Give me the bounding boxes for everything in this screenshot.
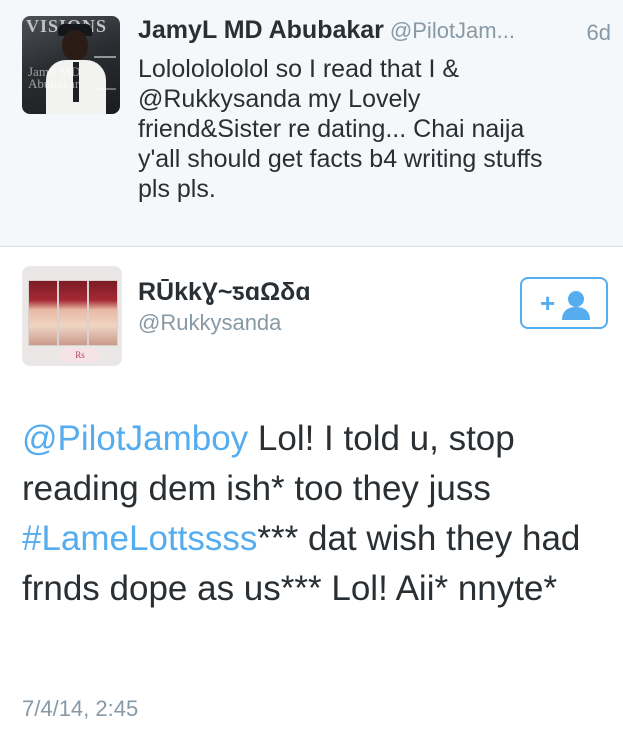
- avatar-photo-2: [58, 280, 88, 346]
- avatar-photo-1: [28, 280, 58, 346]
- follow-button[interactable]: +: [520, 277, 608, 329]
- add-user-icon: [562, 291, 590, 320]
- parent-tweet[interactable]: VISIONS Jamil MDAbubakar JamyL MD Abubak…: [0, 0, 623, 247]
- tweet-detail-page: VISIONS Jamil MDAbubakar JamyL MD Abubak…: [0, 0, 623, 737]
- avatar-cover-name: Jamil MD Abubakar: [28, 64, 81, 91]
- avatar-cover-lines: [94, 56, 116, 90]
- main-author-avatar[interactable]: Rs: [22, 266, 122, 366]
- avatar-logo: Rs: [60, 348, 100, 362]
- parent-tweet-time: 6d: [586, 20, 611, 45]
- parent-author-handle[interactable]: @PilotJam...: [390, 18, 515, 43]
- follow-plus-label: +: [540, 288, 556, 318]
- mention-link[interactable]: @PilotJamboy: [22, 419, 248, 458]
- parent-author-avatar[interactable]: VISIONS Jamil MDAbubakar: [22, 16, 120, 114]
- parent-tweet-text: Lolololololol so I read that I & @Rukkys…: [138, 55, 543, 203]
- tweet-timestamp: 7/4/14, 2:45: [22, 696, 139, 721]
- main-tweet-text: @PilotJamboy Lol! I told u, stop reading…: [22, 414, 608, 614]
- avatar-photo-3: [88, 280, 118, 346]
- parent-author-name[interactable]: JamyL MD Abubakar: [138, 16, 384, 44]
- hashtag-link[interactable]: #LameLottssss: [22, 519, 257, 558]
- parent-tweet-header: JamyL MD Abubakar @PilotJam...: [138, 16, 608, 50]
- main-author-handle[interactable]: @Rukkysanda: [138, 310, 281, 336]
- avatar-head: [62, 30, 88, 60]
- main-author-name[interactable]: RŪkkƔ~ƽɑΩδɑ: [138, 278, 311, 307]
